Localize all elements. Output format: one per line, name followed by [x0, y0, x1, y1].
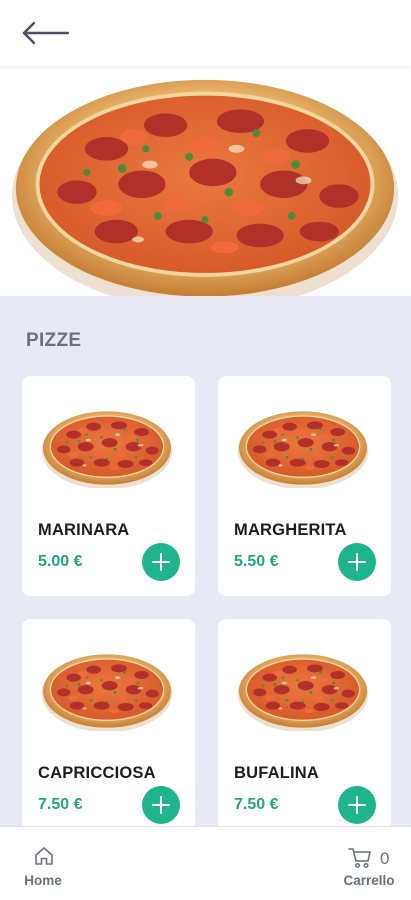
- app-header: [0, 0, 411, 66]
- product-name: BUFALINA: [234, 764, 320, 782]
- product-card[interactable]: BUFALINA 7.50 €: [218, 619, 391, 839]
- pizza-thumbnail: [41, 654, 173, 731]
- hero-image: [0, 66, 411, 296]
- cart-icon: [348, 848, 371, 869]
- add-to-cart-button[interactable]: [338, 543, 376, 581]
- add-to-cart-button[interactable]: [338, 786, 376, 824]
- product-price: 5.00 €: [38, 553, 83, 570]
- add-to-cart-button[interactable]: [142, 543, 180, 581]
- pizza-photo: [11, 79, 399, 296]
- product-name: MARGHERITA: [234, 521, 347, 539]
- product-name: CAPRICCIOSA: [38, 764, 156, 782]
- nav-cart[interactable]: 0 Carrello: [336, 841, 406, 891]
- arrow-left-icon: [22, 21, 70, 45]
- add-to-cart-button[interactable]: [142, 786, 180, 824]
- pizza-thumbnail: [237, 411, 369, 488]
- product-price: 7.50 €: [38, 796, 83, 813]
- nav-home-label: Home: [24, 873, 62, 888]
- product-name: MARINARA: [38, 521, 130, 539]
- section-title: PIZZE: [26, 330, 82, 351]
- home-icon: [35, 847, 53, 865]
- product-card[interactable]: MARINARA 5.00 €: [22, 376, 195, 596]
- nav-cart-label: Carrello: [343, 873, 395, 888]
- cart-count: 0: [380, 849, 390, 868]
- pizza-thumbnail: [237, 654, 369, 731]
- nav-home[interactable]: Home: [14, 841, 72, 891]
- pizza-thumbnail: [41, 411, 173, 488]
- bottom-navigation: Home 0 Carrello: [0, 826, 411, 900]
- product-card[interactable]: MARGHERITA 5.50 €: [218, 376, 391, 596]
- product-price: 7.50 €: [234, 796, 279, 813]
- back-button[interactable]: [18, 18, 72, 48]
- product-price: 5.50 €: [234, 553, 279, 570]
- product-card[interactable]: CAPRICCIOSA 7.50 €: [22, 619, 195, 839]
